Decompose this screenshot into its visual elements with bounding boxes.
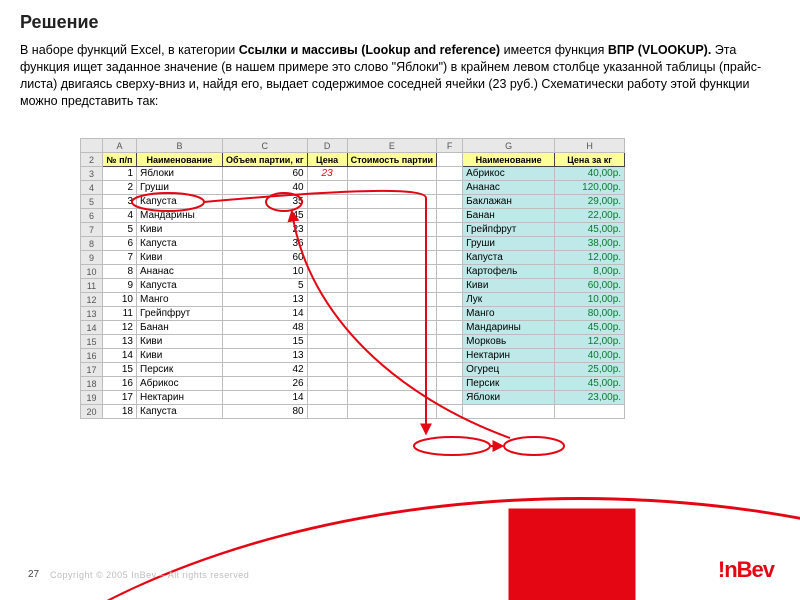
hdr-name: Наименование (137, 153, 223, 167)
col-B: B (137, 139, 223, 153)
col-A: A (103, 139, 137, 153)
price-value: 120,00р. (555, 181, 625, 195)
col-H: H (555, 139, 625, 153)
col-D: D (307, 139, 347, 153)
copyright-text: Copyright © 2005 InBev – All rights rese… (50, 570, 249, 580)
footer: 27 Copyright © 2005 InBev – All rights r… (0, 510, 800, 600)
price-value: 40,00р. (555, 167, 625, 181)
hdr-cost: Стоимость партии (347, 153, 436, 167)
price-name: Грейпфрут (463, 223, 555, 237)
table-row: 75Киви23Грейпфрут45,00р. (81, 223, 625, 237)
price-value: 10,00р. (555, 293, 625, 307)
table-row: 97Киви60Капуста12,00р. (81, 251, 625, 265)
price-value: 45,00р. (555, 321, 625, 335)
body-b1: Ссылки и массивы (Lookup and reference) (239, 43, 500, 57)
price-value: 40,00р. (555, 349, 625, 363)
price-value: 80,00р. (555, 307, 625, 321)
table-row: 119Капуста5Киви60,00р. (81, 279, 625, 293)
price-value: 25,00р. (555, 363, 625, 377)
price-name: Капуста (463, 251, 555, 265)
table-row: 1311Грейпфрут14Манго80,00р. (81, 307, 625, 321)
page-number: 27 (28, 569, 39, 580)
price-name: Морковь (463, 335, 555, 349)
price-value: 45,00р. (555, 377, 625, 391)
body-b2: ВПР (VLOOKUP). (608, 43, 711, 57)
hdr-price2: Цена за кг (555, 153, 625, 167)
price-name: Абрикос (463, 167, 555, 181)
table-row: 42Груши40Ананас120,00р. (81, 181, 625, 195)
hdr-price: Цена (307, 153, 347, 167)
lookup-result: 23 (307, 167, 347, 181)
price-name: Огурец (463, 363, 555, 377)
col-C: C (223, 139, 308, 153)
table-row: 2018Капуста80 (81, 405, 625, 419)
table-row: 1513Киви15Морковь12,00р. (81, 335, 625, 349)
price-name: Яблоки (463, 391, 555, 405)
price-value: 12,00р. (555, 335, 625, 349)
body-t2: имеется функция (500, 43, 608, 57)
price-value: 23,00р. (555, 391, 625, 405)
table-row: 53Капуста35Баклажан29,00р. (81, 195, 625, 209)
inbev-logo: !nBev (718, 558, 774, 584)
table-row: 31Яблоки6023Абрикос40,00р. (81, 167, 625, 181)
price-value: 45,00р. (555, 223, 625, 237)
slide-title: Решение (20, 12, 99, 33)
body-t1: В наборе функций Excel, в категории (20, 43, 239, 57)
column-letters-row: A B C D E F G H (81, 139, 625, 153)
body-text: В наборе функций Excel, в категории Ссыл… (20, 42, 780, 110)
price-value: 22,00р. (555, 209, 625, 223)
table-row: 1917Нектарин14Яблоки23,00р. (81, 391, 625, 405)
price-value: 29,00р. (555, 195, 625, 209)
hdr-vol: Объем партии, кг (223, 153, 308, 167)
col-G: G (463, 139, 555, 153)
table-row: 108Ананас10Картофель8,00р. (81, 265, 625, 279)
table-row: 64Мандарины45Банан22,00р. (81, 209, 625, 223)
price-value: 8,00р. (555, 265, 625, 279)
price-name: Нектарин (463, 349, 555, 363)
price-name: Мандарины (463, 321, 555, 335)
hdr-npn: № п/п (103, 153, 137, 167)
price-name: Лук (463, 293, 555, 307)
price-value: 38,00р. (555, 237, 625, 251)
table-row: 1412Банан48Мандарины45,00р. (81, 321, 625, 335)
price-name: Киви (463, 279, 555, 293)
corner-cell (81, 139, 103, 153)
table-row: 1715Персик42Огурец25,00р. (81, 363, 625, 377)
data-header-row: 2№ п/пНаименованиеОбъем партии, кгЦенаСт… (81, 153, 625, 167)
col-E: E (347, 139, 436, 153)
spreadsheet: A B C D E F G H 2№ п/пНаименованиеОбъем … (80, 138, 720, 419)
price-name: Персик (463, 377, 555, 391)
red-arc (0, 497, 800, 600)
price-name: Груши (463, 237, 555, 251)
price-name: Картофель (463, 265, 555, 279)
price-name: Баклажан (463, 195, 555, 209)
hdr-name2: Наименование (463, 153, 555, 167)
table-row: 1614Киви13Нектарин40,00р. (81, 349, 625, 363)
price-name: Манго (463, 307, 555, 321)
price-value: 60,00р. (555, 279, 625, 293)
price-name: Ананас (463, 181, 555, 195)
price-value: 12,00р. (555, 251, 625, 265)
table-row: 86Капуста36Груши38,00р. (81, 237, 625, 251)
table-row: 1210Манго13Лук10,00р. (81, 293, 625, 307)
price-name: Банан (463, 209, 555, 223)
table-row: 1816Абрикос26Персик45,00р. (81, 377, 625, 391)
col-F: F (437, 139, 463, 153)
excel-grid: A B C D E F G H 2№ п/пНаименованиеОбъем … (80, 138, 625, 419)
